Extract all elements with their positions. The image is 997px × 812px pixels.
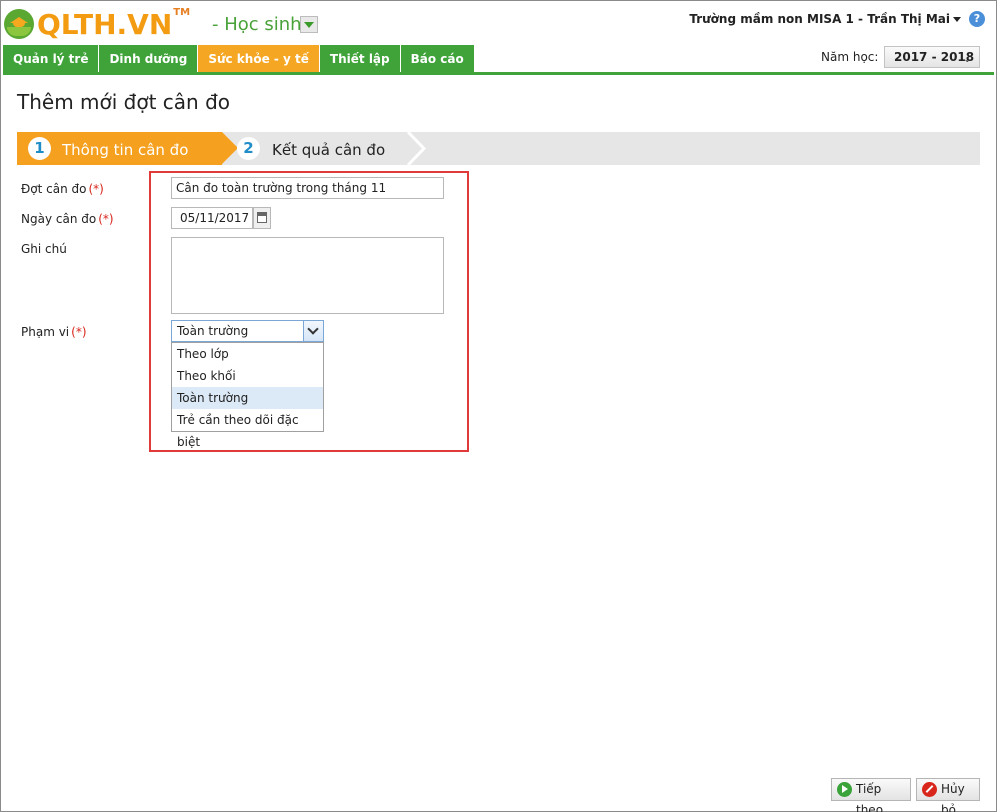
school-year-select[interactable]: 2017 - 2018 ⌄ bbox=[884, 46, 980, 68]
dot-can-do-label: Đợt cân đo (*) bbox=[21, 182, 104, 196]
step-1-number: 1 bbox=[28, 137, 51, 160]
next-button[interactable]: Tiếp theo bbox=[831, 778, 911, 812]
help-icon[interactable]: ? bbox=[969, 11, 985, 27]
nav-item-bao-cao[interactable]: Báo cáo bbox=[400, 45, 475, 73]
logo-trademark: TM bbox=[173, 6, 191, 18]
step-2-arrow bbox=[406, 132, 427, 165]
cancel-icon bbox=[922, 782, 937, 797]
nav-divider bbox=[3, 72, 994, 75]
required-marker: (*) bbox=[98, 212, 114, 226]
step-2-label[interactable]: Kết quả cân đo bbox=[272, 141, 385, 159]
main-nav: Quản lý trẻ Dinh dưỡng Sức khỏe - y tế T… bbox=[3, 45, 475, 73]
nav-item-thiet-lap[interactable]: Thiết lập bbox=[319, 45, 401, 73]
pham-vi-label: Phạm vi (*) bbox=[21, 325, 87, 339]
page-title: Thêm mới đợt cân đo bbox=[17, 90, 231, 114]
app-logo[interactable]: QLTH.VN TM bbox=[4, 6, 190, 42]
module-label: - Học sinh bbox=[212, 14, 302, 35]
chevron-down-icon: ⌄ bbox=[963, 55, 971, 65]
annotation-highlight-box bbox=[149, 171, 469, 452]
school-year-label: Năm học: bbox=[821, 50, 879, 64]
nav-item-quan-ly-tre[interactable]: Quản lý trẻ bbox=[3, 45, 100, 73]
ghi-chu-label: Ghi chú bbox=[21, 242, 67, 256]
pham-vi-label-text: Phạm vi bbox=[21, 325, 70, 339]
nav-item-dinh-duong[interactable]: Dinh dưỡng bbox=[99, 45, 199, 73]
module-dropdown-button[interactable] bbox=[300, 16, 318, 33]
step-1-label: Thông tin cân đo bbox=[62, 141, 189, 159]
next-button-label: Tiếp theo bbox=[856, 782, 884, 812]
nav-item-suc-khoe[interactable]: Sức khỏe - y tế bbox=[198, 45, 320, 73]
dot-can-do-label-text: Đợt cân đo bbox=[21, 182, 87, 196]
cancel-button[interactable]: Hủy bỏ bbox=[916, 778, 980, 812]
step-1-arrow bbox=[222, 132, 238, 164]
ngay-can-do-label: Ngày cân đo (*) bbox=[21, 212, 114, 226]
wizard-steps: 1 Thông tin cân đo 2 Kết quả cân đo bbox=[17, 132, 980, 165]
required-marker: (*) bbox=[88, 182, 104, 196]
ngay-can-do-label-text: Ngày cân đo bbox=[21, 212, 97, 226]
user-name: Trường mầm non MISA 1 - Trần Thị Mai bbox=[689, 12, 950, 26]
required-marker: (*) bbox=[71, 325, 87, 339]
step-2-number: 2 bbox=[237, 137, 260, 160]
user-menu[interactable]: Trường mầm non MISA 1 - Trần Thị Mai bbox=[689, 12, 961, 26]
school-year-value: 2017 - 2018 bbox=[894, 50, 975, 64]
logo-text: QLTH.VN bbox=[37, 7, 173, 41]
arrow-right-icon bbox=[837, 782, 852, 797]
caret-down-icon bbox=[953, 17, 961, 22]
logo-graduation-icon bbox=[4, 9, 34, 39]
